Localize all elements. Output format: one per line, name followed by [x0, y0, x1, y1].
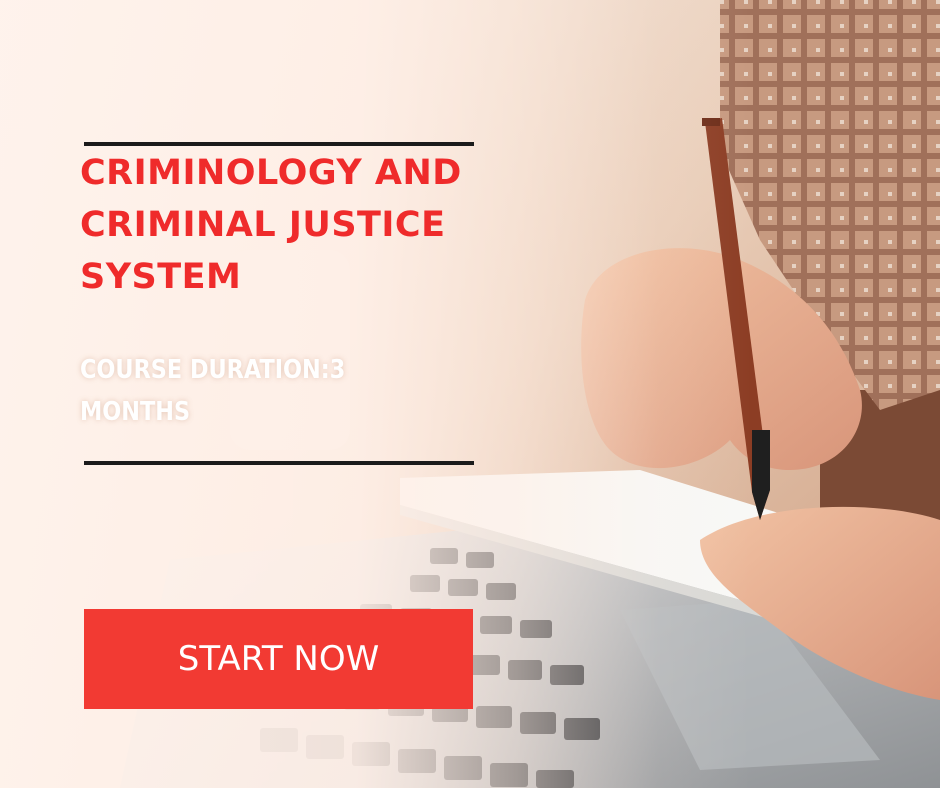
start-now-button[interactable]: START NOW	[84, 609, 473, 709]
bottom-divider	[84, 461, 474, 465]
top-divider	[84, 142, 474, 146]
ad-banner: CRIMINOLOGY AND CRIMINAL JUSTICE SYSTEM …	[0, 0, 940, 788]
course-duration: COURSE DURATION:3 MONTHS	[80, 355, 346, 427]
course-title: CRIMINOLOGY AND CRIMINAL JUSTICE SYSTEM	[80, 153, 462, 297]
